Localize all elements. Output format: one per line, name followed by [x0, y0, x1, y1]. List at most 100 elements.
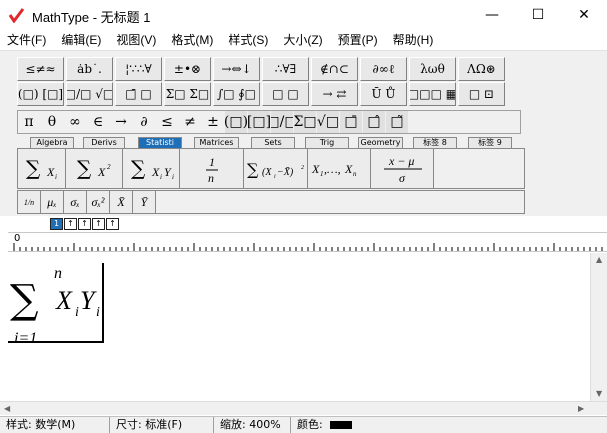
menu-view[interactable]: 视图(V) [109, 30, 164, 50]
sub-template-mu-x[interactable]: μₓ [41, 191, 64, 213]
svg-text:(X: (X [262, 167, 272, 178]
greek-lowercase-palette[interactable]: λωθ [409, 57, 456, 81]
template-sum-xy[interactable]: ∑ Xi Yi [123, 149, 180, 188]
menu-file[interactable]: 文件(F) [0, 30, 54, 50]
svg-text:n: n [208, 171, 214, 185]
plus-minus-symbol-button[interactable]: ± [202, 111, 224, 133]
logical-symbols-palette[interactable]: ∴∀∃ [262, 57, 309, 81]
statistics-sub-templates-row: 1/n μₓ σₓ σₓ² X̄ Ȳ [17, 190, 525, 214]
parentheses-template-button[interactable]: (□) [225, 111, 247, 133]
misc-symbols-palette[interactable]: ∂∞ℓ [360, 57, 407, 81]
menu-size[interactable]: 大小(Z) [276, 30, 330, 50]
element-of-symbol-button[interactable]: ∈ [87, 111, 109, 133]
equation-edit-area[interactable]: n ∑ X i Y i i=1 [0, 253, 590, 401]
bar-5-button[interactable]: ↑ [106, 218, 119, 230]
minimize-button[interactable]: — [469, 0, 515, 30]
template-z-score[interactable]: x − μ σ [371, 149, 434, 188]
svg-text:X: X [151, 165, 160, 179]
embellishments-palette[interactable]: ¦∵∴∀ [115, 57, 162, 81]
scroll-left-icon[interactable]: ◀ [4, 404, 10, 413]
relational-symbols-palette[interactable]: ≤≠≈ [17, 57, 64, 81]
template-x-sequence[interactable]: X 1,…, Xn [308, 149, 371, 188]
menu-preferences[interactable]: 预置(P) [331, 30, 386, 50]
template-sum-x-squared[interactable]: ∑ X 2 [66, 149, 123, 188]
svg-text:−X̄): −X̄) [277, 166, 294, 177]
scroll-down-icon[interactable]: ▼ [596, 389, 602, 398]
radical-template-button[interactable]: √□ [317, 111, 339, 133]
menu-edit[interactable]: 编辑(E) [54, 30, 109, 50]
maximize-button[interactable]: ☐ [515, 0, 561, 30]
svg-text:∑: ∑ [26, 156, 41, 180]
one-over-n-icon: 1n [205, 155, 218, 185]
fence-templates-palette[interactable]: (□) [□] [17, 82, 64, 106]
partial-symbol-button[interactable]: ∂ [133, 111, 155, 133]
svg-text:Y: Y [164, 165, 172, 179]
bar-3-button[interactable]: ↑ [78, 218, 91, 230]
status-zoom: 缩放: 400% [214, 417, 291, 433]
overbar-template-button[interactable]: □̄ [340, 111, 362, 133]
brackets-template-button[interactable]: [□] [248, 111, 270, 133]
statistics-templates-row: ∑ Xi ∑ X 2 ∑ Xi Yi 1n ∑ (X i −X̄) 2 X 1,…, Xn x − μ… [17, 148, 525, 189]
horizontal-scrollbar[interactable]: ◀ ▶ [0, 401, 607, 415]
spaces-ellipses-palette[interactable]: ȧb˙. [66, 57, 113, 81]
fraction-template-button[interactable]: □/□ [271, 111, 293, 133]
sub-template-sigma-x-squared[interactable]: σₓ² [87, 191, 110, 213]
equation-sub-i-1: i [75, 305, 79, 320]
set-theory-symbols-palette[interactable]: ∉∩⊂ [311, 57, 358, 81]
tilde-template-button[interactable]: □̃ [386, 111, 408, 133]
operator-symbols-palette[interactable]: ±•⊗ [164, 57, 211, 81]
not-equal-symbol-button[interactable]: ≠ [179, 111, 201, 133]
pi-symbol-button[interactable]: π [18, 111, 40, 133]
sum-xy-icon: ∑ Xi Yi [131, 156, 174, 181]
status-size: 尺寸: 标准(F) [110, 417, 214, 433]
equation-sub-i-2: i [96, 305, 100, 320]
less-equal-symbol-button[interactable]: ≤ [156, 111, 178, 133]
svg-text:2: 2 [107, 163, 111, 171]
svg-text:2: 2 [301, 165, 304, 171]
close-button[interactable]: ✕ [561, 0, 607, 30]
fraction-radical-templates-palette[interactable]: □/□ √□ [66, 82, 113, 106]
labeled-arrow-templates-palette[interactable]: → ⇄ [311, 82, 358, 106]
arrow-symbols-palette[interactable]: →⇔↓ [213, 57, 260, 81]
ruler-ticks [13, 243, 603, 251]
template-one-over-n[interactable]: 1n [180, 149, 244, 188]
box-templates-palette[interactable]: □ ⊡ [458, 82, 505, 106]
template-sum-squared-deviation[interactable]: ∑ (X i −X̄) 2 [244, 149, 308, 188]
bar-1-button[interactable]: 1 [50, 218, 63, 230]
sub-template-one-over-n[interactable]: 1/n [18, 191, 41, 213]
equation-sum-symbol: ∑ [10, 277, 39, 323]
svg-text:1: 1 [320, 170, 324, 178]
matrix-templates-palette[interactable]: □□□ ▦ [409, 82, 456, 106]
subscript-superscript-templates-palette[interactable]: □̄ □ [115, 82, 162, 106]
status-bar: 样式: 数学(M) 尺寸: 标准(F) 缩放: 400% 颜色: [0, 416, 607, 433]
scroll-up-icon[interactable]: ▲ [596, 255, 602, 264]
integral-templates-palette[interactable]: ∫□ ∮□ [213, 82, 260, 106]
sub-template-sigma-x[interactable]: σₓ [64, 191, 87, 213]
summation-template-button[interactable]: Σ□ [294, 111, 316, 133]
products-set-templates-palette[interactable]: Ū Ů [360, 82, 407, 106]
template-sum-x[interactable]: ∑ Xi [18, 149, 66, 188]
hat-template-button[interactable]: □̂ [363, 111, 385, 133]
svg-text:σ: σ [399, 171, 406, 185]
status-zoom-label: 缩放: [220, 418, 246, 431]
bar-2-button[interactable]: ↑ [64, 218, 77, 230]
vertical-scrollbar[interactable]: ▲ ▼ [590, 253, 607, 401]
bar-4-button[interactable]: ↑ [92, 218, 105, 230]
greek-uppercase-palette[interactable]: ΛΩ⊛ [458, 57, 505, 81]
equation-lower-limit: i=1 [14, 330, 37, 347]
menu-help[interactable]: 帮助(H) [386, 30, 442, 50]
small-bar-row: π θ ∞ ∈ → ∂ ≤ ≠ ± (□) [□] □/□ Σ□ √□ □̄ □… [17, 110, 521, 134]
menu-style[interactable]: 样式(S) [221, 30, 276, 50]
color-swatch[interactable] [330, 421, 353, 429]
right-arrow-symbol-button[interactable]: → [110, 111, 132, 133]
sub-template-x-bar[interactable]: X̄ [110, 191, 133, 213]
summation-templates-palette[interactable]: Σ□ Σ□ [164, 82, 211, 106]
underbar-overbar-templates-palette[interactable]: □ □ [262, 82, 309, 106]
sum-squared-deviation-icon: ∑ (X i −X̄) 2 [247, 160, 304, 180]
infinity-symbol-button[interactable]: ∞ [64, 111, 86, 133]
sub-template-y-bar[interactable]: Ȳ [133, 191, 156, 213]
ruler[interactable]: 0 [8, 232, 607, 252]
scroll-right-icon[interactable]: ▶ [578, 404, 584, 413]
menu-format[interactable]: 格式(M) [164, 30, 221, 50]
theta-symbol-button[interactable]: θ [41, 111, 63, 133]
